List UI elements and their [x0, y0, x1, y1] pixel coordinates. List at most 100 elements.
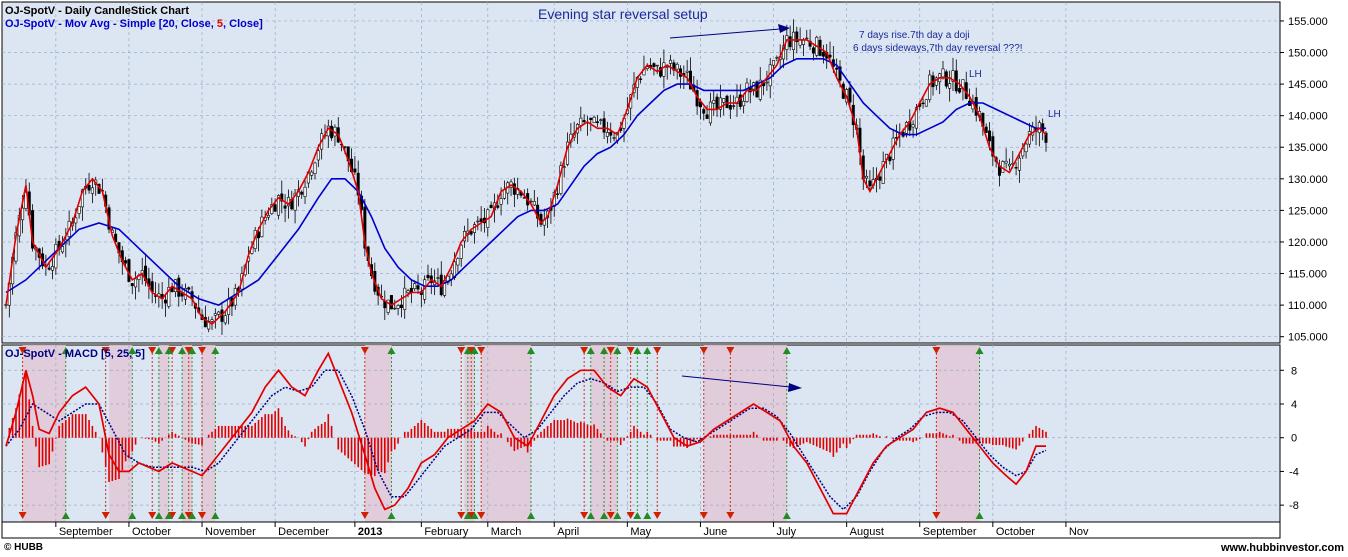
- candle-body: [821, 51, 825, 57]
- candle-body: [708, 101, 712, 124]
- candle-body: [685, 70, 689, 73]
- candle-body: [313, 162, 317, 174]
- candle-body: [502, 189, 506, 199]
- candle-body: [675, 63, 679, 70]
- candle-body: [51, 266, 55, 271]
- candle-body: [266, 214, 270, 218]
- candle-body: [911, 124, 915, 128]
- candle-body: [715, 96, 719, 109]
- candle-body: [47, 267, 51, 270]
- candle-body: [988, 130, 992, 142]
- candle-body: [562, 166, 566, 168]
- price-title: OJ-SpotV - Daily CandleStick Chart: [5, 5, 189, 17]
- candle-body: [459, 244, 463, 259]
- price-tick-label: 125.000: [1288, 205, 1328, 217]
- annotation-lh-1: LH: [969, 69, 982, 80]
- candle-body: [60, 246, 64, 253]
- candle-body: [848, 87, 852, 103]
- candle-body: [948, 83, 952, 89]
- candle-body: [134, 278, 138, 288]
- candle-body: [124, 260, 128, 264]
- candle-body: [924, 99, 928, 107]
- candle-body: [639, 78, 643, 80]
- candle-body: [389, 295, 393, 310]
- candle-body: [303, 186, 307, 197]
- candle-body: [496, 205, 500, 208]
- candle-body: [426, 274, 430, 279]
- candle-body: [163, 299, 167, 304]
- macd-bear-zone: [158, 345, 169, 522]
- candle-body: [702, 109, 706, 114]
- x-tick-label: September: [59, 526, 113, 538]
- x-tick-label: November: [205, 526, 256, 538]
- macd-tick-label: -8: [1289, 500, 1299, 512]
- candle-body: [316, 150, 320, 161]
- macd-title: OJ-SpotV - MACD [5, 25, 5]: [5, 348, 145, 360]
- macd-bear-zone: [464, 345, 475, 522]
- candle-body: [74, 217, 78, 224]
- candle-body: [791, 31, 795, 50]
- candle-body: [941, 68, 945, 78]
- candle-body: [90, 187, 94, 194]
- candle-body: [835, 67, 839, 70]
- x-tick-label: 2013: [358, 526, 382, 538]
- ma-legend: OJ-SpotV - Mov Avg - Simple [20, Close, …: [5, 18, 263, 30]
- x-tick-label: Nov: [1069, 526, 1089, 538]
- x-tick-label: September: [923, 526, 977, 538]
- candle-body: [77, 206, 81, 214]
- candle-body: [479, 218, 483, 222]
- candle-body: [210, 319, 214, 322]
- candle-body: [612, 137, 616, 139]
- candle-body: [1024, 143, 1028, 153]
- annotation-note-2: 6 days sideways,7th day reversal ???!: [853, 43, 1023, 54]
- price-tick-label: 115.000: [1288, 269, 1327, 281]
- candle-body: [300, 191, 304, 195]
- candle-body: [609, 131, 613, 136]
- macd-bear-zone: [202, 345, 216, 522]
- candle-body: [499, 198, 503, 205]
- candle-body: [868, 180, 872, 187]
- candle-body: [353, 168, 357, 173]
- candle-body: [512, 183, 516, 195]
- candle-body: [399, 304, 403, 309]
- x-tick-label: December: [278, 526, 329, 538]
- price-tick-label: 140.000: [1288, 111, 1328, 123]
- candle-body: [579, 117, 583, 126]
- candle-body: [403, 287, 407, 310]
- annotation-lh-2: LH: [1048, 109, 1061, 120]
- candle-body: [775, 57, 779, 59]
- candle-body: [223, 315, 227, 324]
- footer-website[interactable]: www.hubbinvestor.com: [1221, 542, 1344, 554]
- annotation-note-1: 7 days rise.7th day a doji: [859, 30, 970, 41]
- candle-body: [393, 307, 397, 310]
- x-tick-label: July: [777, 526, 797, 538]
- candle-body: [217, 311, 221, 315]
- candle-body: [413, 283, 417, 289]
- candle-body: [456, 258, 460, 266]
- price-tick-label: 155.000: [1288, 16, 1328, 28]
- candle-body: [772, 59, 776, 66]
- candle-body: [725, 95, 729, 109]
- price-tick-label: 120.000: [1288, 237, 1328, 249]
- candle-body: [669, 59, 673, 64]
- candle-body: [805, 37, 809, 40]
- price-panel-bg: [1, 1, 1281, 344]
- x-tick-label: February: [424, 526, 469, 538]
- candle-body: [489, 204, 493, 208]
- ma-legend-part: , Close]: [223, 18, 263, 30]
- candle-body: [592, 116, 596, 124]
- candle-body: [273, 204, 277, 212]
- candle-body: [662, 62, 666, 77]
- candle-body: [187, 287, 191, 290]
- x-tick-label: May: [630, 526, 651, 538]
- macd-bear-zone: [182, 345, 193, 522]
- candle-body: [944, 71, 948, 87]
- macd-bear-zone: [481, 345, 531, 522]
- chart-svg: 105.000 110.000 115.000 120.000 125.000 130.0…: [1, 1, 1328, 539]
- candle-body: [605, 132, 609, 137]
- ma-legend-part: OJ-SpotV - Mov Avg - Simple [20, Close,: [5, 18, 217, 30]
- candle-body: [732, 105, 736, 107]
- candle-body: [582, 120, 586, 123]
- candle-body: [1004, 160, 1008, 164]
- price-tick-label: 110.000: [1288, 300, 1327, 312]
